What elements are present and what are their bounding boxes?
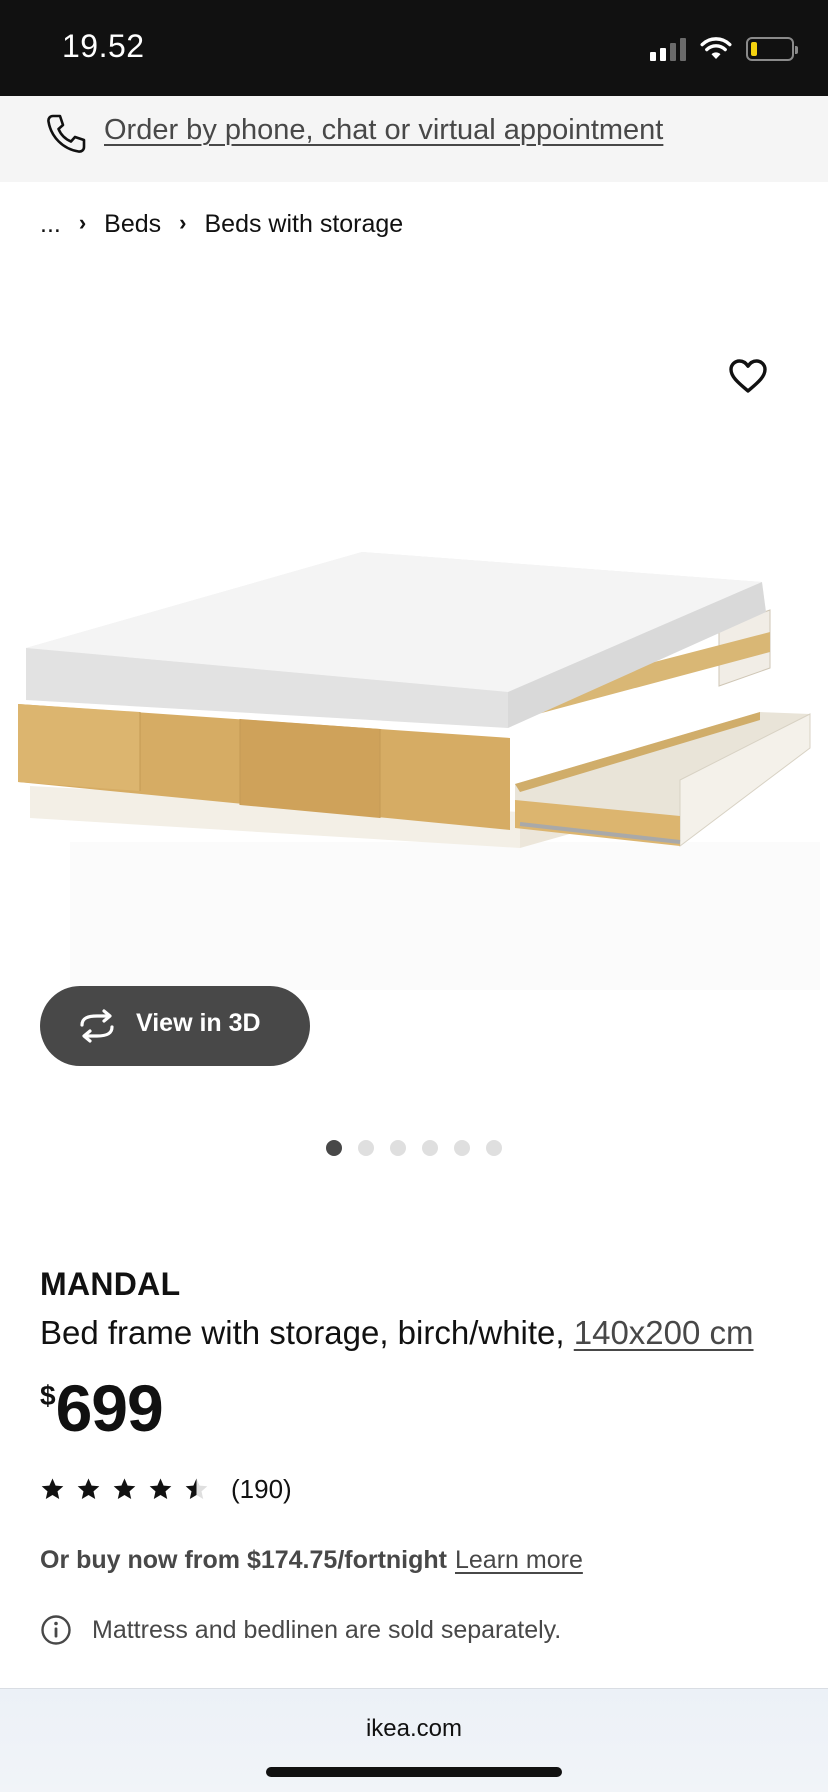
cellular-signal-icon: [650, 37, 686, 61]
breadcrumb-ellipsis[interactable]: ...: [40, 210, 61, 239]
afterpay-offer: Or buy now from $174.75/fortnight Learn m…: [40, 1546, 583, 1575]
browser-bottom-bar: ikea.com: [0, 1688, 828, 1792]
breadcrumb: ... › Beds › Beds with storage: [40, 206, 403, 242]
wishlist-button[interactable]: [720, 348, 776, 404]
product-description: Bed frame with storage, birch/white, 140…: [40, 1314, 754, 1352]
product-size-link[interactable]: 140x200 cm: [574, 1314, 754, 1351]
rotate-3d-icon: [80, 1009, 114, 1043]
price-amount: 699: [55, 1371, 164, 1445]
star-full-icon: [77, 1478, 100, 1499]
star-half-icon: [185, 1478, 208, 1499]
breadcrumb-separator: ›: [179, 210, 187, 235]
order-banner: Order by phone, chat or virtual appointm…: [0, 96, 828, 182]
gallery-dot[interactable]: [486, 1140, 502, 1156]
status-time: 19.52: [62, 28, 145, 64]
star-full-icon: [149, 1478, 172, 1499]
breadcrumb-beds[interactable]: Beds: [104, 210, 161, 239]
learn-more-link[interactable]: Learn more: [455, 1546, 583, 1574]
rating-count: (190): [231, 1473, 292, 1504]
gallery-dot[interactable]: [358, 1140, 374, 1156]
info-text: Mattress and bedlinen are sold separatel…: [92, 1615, 562, 1644]
gallery-dot[interactable]: [422, 1140, 438, 1156]
afterpay-text: Or buy now from $174.75/fortnight: [40, 1546, 447, 1574]
gallery-dot[interactable]: [454, 1140, 470, 1156]
view-in-3d-button[interactable]: View in 3D: [40, 986, 310, 1066]
product-image[interactable]: [0, 250, 828, 1010]
status-bar: 19.52: [0, 0, 828, 96]
product-rating[interactable]: (190): [40, 1472, 292, 1506]
view-in-3d-label: View in 3D: [136, 1009, 261, 1037]
breadcrumb-separator: ›: [78, 210, 87, 235]
gallery-dot[interactable]: [326, 1140, 342, 1156]
star-full-icon: [113, 1478, 136, 1499]
mattress-info: Mattress and bedlinen are sold separatel…: [40, 1612, 561, 1648]
wifi-icon: [700, 37, 732, 59]
product-name: MANDAL: [40, 1266, 181, 1302]
rating-stars: [40, 1477, 209, 1502]
price-currency: $: [40, 1380, 56, 1411]
product-description-text: Bed frame with storage, birch/white,: [40, 1314, 574, 1351]
product-price: $ 699: [40, 1370, 164, 1446]
gallery-pagination: [0, 1140, 828, 1160]
url-label[interactable]: ikea.com: [0, 1715, 828, 1743]
battery-low-icon: [746, 37, 798, 61]
heart-outline-icon: [729, 359, 767, 393]
order-by-phone-link[interactable]: Order by phone, chat or virtual appointm…: [104, 114, 663, 147]
breadcrumb-beds-with-storage[interactable]: Beds with storage: [204, 210, 403, 239]
star-full-icon: [41, 1478, 64, 1499]
info-circle-icon: [41, 1615, 71, 1645]
home-indicator[interactable]: [266, 1767, 562, 1777]
phone-icon: [47, 114, 86, 153]
battery-level: [751, 42, 757, 56]
gallery-dot[interactable]: [390, 1140, 406, 1156]
status-icons: [650, 34, 798, 64]
